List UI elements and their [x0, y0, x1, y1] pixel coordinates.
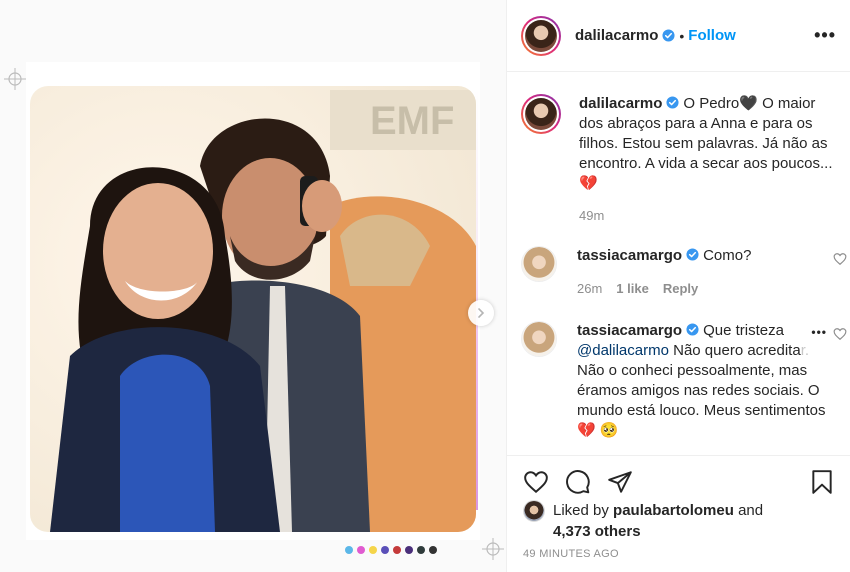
reply-button[interactable]: Reply: [663, 279, 698, 299]
comment-text-start: Que tristeza: [703, 322, 784, 339]
post-photo[interactable]: EMF: [30, 86, 476, 532]
carousel-dot: [369, 546, 377, 554]
comment-text-mid: Não quero acredita: [673, 342, 801, 359]
liked-by-user[interactable]: paulabartolomeu: [613, 502, 734, 519]
liker-avatar[interactable]: [523, 500, 545, 522]
author-username[interactable]: dalilacarmo: [575, 27, 658, 44]
verified-badge-icon: [662, 29, 675, 42]
liked-by-prefix: Liked by: [553, 502, 609, 519]
carousel-dot: [393, 546, 401, 554]
caption: dalilacarmo O Pedro🖤 O maior dos abraços …: [507, 94, 850, 226]
crosshair-mark-icon: [482, 538, 504, 560]
commenter-avatar[interactable]: [521, 246, 557, 282]
share-icon[interactable]: [607, 469, 633, 495]
heart-icon[interactable]: [523, 469, 549, 495]
post-media: EMF: [0, 0, 506, 572]
like-comment-heart-icon[interactable]: [833, 327, 847, 341]
comment-time[interactable]: 26m: [577, 279, 602, 299]
carousel-dot: [381, 546, 389, 554]
comment-item: tassiacamargo Que tristeza @dalilacarmo N…: [507, 321, 850, 441]
chevron-right-icon: [478, 308, 485, 318]
carousel-dot: [405, 546, 413, 554]
liked-by-joiner: and: [738, 502, 764, 519]
comment-like-count[interactable]: 1 like: [616, 279, 649, 299]
carousel-dot: [345, 546, 353, 554]
post-details-panel: dalilacarmo • Follow ••• dalilacarmo O Pe…: [506, 0, 850, 572]
comment-icon[interactable]: [565, 469, 591, 495]
verified-badge-icon: [686, 323, 699, 336]
comment-text-faded: r.: [800, 342, 810, 359]
verified-badge-icon: [686, 248, 699, 261]
post-header: dalilacarmo • Follow •••: [507, 0, 850, 72]
liked-by-others[interactable]: 4,373 others: [553, 523, 641, 540]
caption-avatar[interactable]: [521, 94, 561, 134]
comment-text: Como?: [703, 247, 752, 264]
commenter-avatar[interactable]: [521, 321, 557, 357]
bookmark-icon[interactable]: [809, 469, 835, 495]
carousel-dot: [357, 546, 365, 554]
comment-username[interactable]: tassiacamargo: [577, 247, 682, 264]
comments-list: dalilacarmo O Pedro🖤 O maior dos abraços …: [507, 84, 850, 454]
like-comment-heart-icon[interactable]: [833, 252, 847, 266]
carousel-indicator: [345, 546, 437, 554]
svg-text:EMF: EMF: [370, 99, 454, 143]
comment-username[interactable]: tassiacamargo: [577, 322, 682, 339]
more-options-icon[interactable]: •••: [814, 25, 836, 46]
author-avatar[interactable]: [521, 15, 561, 56]
caption-username[interactable]: dalilacarmo: [579, 95, 662, 112]
likes-summary: Liked by paulabartolomeu and 4,373 other…: [523, 500, 763, 542]
comment-item: tassiacamargo Como? 26m 1 like Reply: [507, 246, 850, 299]
next-photo-button[interactable]: [468, 300, 494, 326]
post-timestamp[interactable]: 49 MINUTES AGO: [523, 548, 619, 560]
carousel-dot: [417, 546, 425, 554]
comment-more-options-icon[interactable]: •••: [811, 325, 827, 339]
carousel-dot: [429, 546, 437, 554]
follow-button[interactable]: Follow: [688, 27, 736, 44]
comment-mention[interactable]: @dalilacarmo: [577, 342, 669, 359]
caption-time[interactable]: 49m: [579, 206, 604, 226]
photo-illustration: EMF: [30, 86, 476, 532]
verified-badge-icon: [666, 96, 679, 109]
comment-text-end: Não o conheci pessoalmente, mas éramos a…: [577, 362, 826, 439]
crosshair-mark-icon: [4, 68, 26, 90]
header-separator: •: [679, 27, 685, 44]
